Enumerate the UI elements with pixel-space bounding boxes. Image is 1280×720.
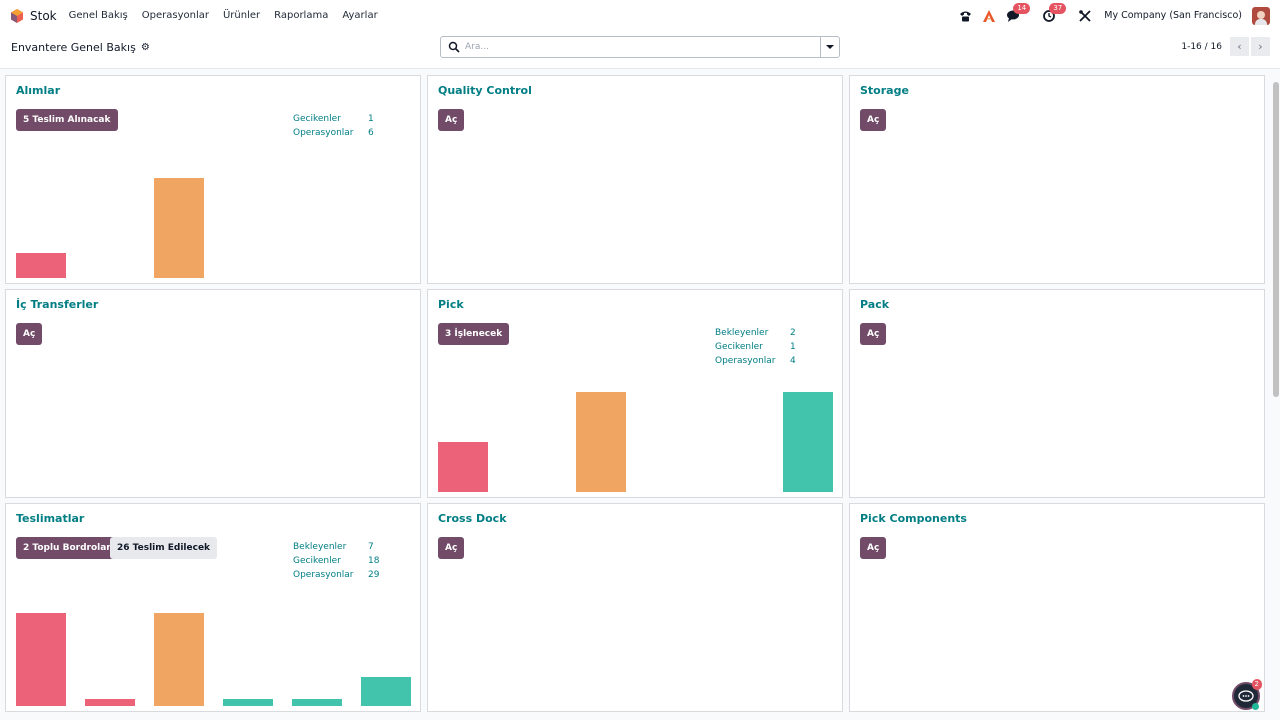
menu-products[interactable]: Ürünler (223, 10, 260, 21)
activities-badge: 37 (1049, 2, 1067, 14)
menu-reporting[interactable]: Raporlama (274, 10, 328, 21)
open-button[interactable]: Aç (16, 323, 43, 345)
card-title[interactable]: Pack (860, 298, 889, 311)
graph-bar (438, 442, 488, 492)
inventory-app-icon[interactable] (10, 8, 24, 23)
pager: 1-16 / 16 ‹ › (1181, 37, 1270, 56)
stat-row-late[interactable]: Gecikenler 1 (715, 340, 796, 354)
card-stats: Gecikenler 1 Operasyonlar 6 (293, 112, 374, 140)
stat-row-waiting[interactable]: Bekleyenler 2 (715, 326, 796, 340)
graph-bar (16, 613, 66, 706)
card-title[interactable]: Pick Components (860, 512, 967, 525)
card-title[interactable]: Alımlar (16, 84, 60, 97)
graph-bar (223, 699, 273, 706)
card-title[interactable]: Teslimatlar (16, 512, 84, 525)
open-button[interactable]: Aç (860, 537, 887, 559)
open-button[interactable]: Aç (860, 109, 887, 131)
search-options-toggle[interactable] (820, 37, 839, 57)
chat-badge: 2 (1251, 679, 1262, 690)
card-stats: Bekleyenler 2 Gecikenler 1 Operasyonlar 4 (715, 326, 796, 368)
caret-down-icon (826, 45, 834, 49)
card-quality-control[interactable]: Quality Control Aç (427, 75, 843, 284)
page-title: Envantere Genel Bakış (11, 41, 136, 54)
gear-icon[interactable]: ⚙ (141, 42, 150, 53)
pager-previous-button[interactable]: ‹ (1230, 37, 1249, 56)
livechat-button[interactable]: 2 (1232, 679, 1262, 710)
tools-icon[interactable] (1078, 9, 1092, 23)
systray: 14 37 My Company (San Francisco) (948, 0, 1270, 31)
activity-clock-icon[interactable]: 37 (1042, 2, 1067, 23)
card-pick[interactable]: Pick 3 İşlenecek Bekleyenler 2 Gecikenler… (427, 289, 843, 498)
page-scrollbar[interactable] (1273, 82, 1279, 397)
graph-bar (16, 253, 66, 278)
card-receipts[interactable]: Alımlar 5 Teslim Alınacak Gecikenler 1 Op… (5, 75, 421, 284)
messages-icon[interactable]: 14 (1006, 2, 1031, 23)
graph-bar (292, 699, 342, 706)
search-input[interactable] (465, 42, 820, 52)
card-deliveries[interactable]: Teslimatlar 2 Toplu Bordrolar 26 Teslim … (5, 503, 421, 712)
pager-next-button[interactable]: › (1251, 37, 1270, 56)
top-navbar: Stok Genel Bakış Operasyonlar Ürünler Ra… (0, 0, 1280, 31)
pager-value[interactable]: 1-16 / 16 (1181, 42, 1222, 52)
phone-icon[interactable] (958, 9, 972, 23)
to-receive-button[interactable]: 5 Teslim Alınacak (16, 109, 118, 131)
stat-row-late[interactable]: Gecikenler 1 (293, 112, 374, 126)
card-storage[interactable]: Storage Aç (849, 75, 1265, 284)
graph-bar (85, 699, 135, 706)
graph-bar (783, 392, 833, 492)
search-icon (448, 41, 460, 53)
stat-row-operations[interactable]: Operasyonlar 6 (293, 126, 374, 140)
breadcrumb: Envantere Genel Bakış ⚙ (11, 41, 150, 54)
stat-row-late[interactable]: Gecikenler 18 (293, 554, 379, 568)
open-button[interactable]: Aç (438, 109, 465, 131)
menu-operations[interactable]: Operasyonlar (142, 10, 209, 21)
card-title[interactable]: Storage (860, 84, 909, 97)
card-title[interactable]: Cross Dock (438, 512, 507, 525)
messages-badge: 14 (1013, 2, 1031, 14)
app-name[interactable]: Stok (30, 9, 57, 23)
to-deliver-button[interactable]: 26 Teslim Edilecek (110, 537, 218, 559)
graph-bar (361, 677, 411, 706)
menu-settings[interactable]: Ayarlar (342, 10, 377, 21)
ai-icon[interactable] (982, 9, 996, 23)
card-stats: Bekleyenler 7 Gecikenler 18 Operasyonlar 29 (293, 540, 379, 582)
stat-row-operations[interactable]: Operasyonlar 29 (293, 568, 379, 582)
card-pack[interactable]: Pack Aç (849, 289, 1265, 498)
graph-bar (154, 613, 204, 706)
company-switcher[interactable]: My Company (San Francisco) (1104, 10, 1242, 21)
card-title[interactable]: Pick (438, 298, 464, 311)
batch-transfers-button[interactable]: 2 Toplu Bordrolar (16, 537, 118, 559)
graph-bar (154, 178, 204, 278)
to-process-button[interactable]: 3 İşlenecek (438, 323, 510, 345)
open-button[interactable]: Aç (438, 537, 465, 559)
card-title[interactable]: Quality Control (438, 84, 532, 97)
card-cross-dock[interactable]: Cross Dock Aç (427, 503, 843, 712)
card-title[interactable]: İç Transferler (16, 298, 98, 311)
card-pick-components[interactable]: Pick Components Aç (849, 503, 1265, 712)
search-bar (440, 36, 840, 58)
chevron-left-icon: ‹ (1237, 40, 1242, 53)
online-status-dot (1252, 703, 1259, 710)
control-panel: Envantere Genel Bakış ⚙ 1-16 / 16 ‹ › (0, 31, 1280, 69)
graph-bar (576, 392, 626, 492)
user-avatar[interactable] (1252, 6, 1270, 25)
open-button[interactable]: Aç (860, 323, 887, 345)
menu-overview[interactable]: Genel Bakış (69, 10, 128, 21)
card-internal-transfers[interactable]: İç Transferler Aç (5, 289, 421, 498)
chevron-right-icon: › (1258, 40, 1263, 53)
stat-row-operations[interactable]: Operasyonlar 4 (715, 354, 796, 368)
stat-row-waiting[interactable]: Bekleyenler 7 (293, 540, 379, 554)
